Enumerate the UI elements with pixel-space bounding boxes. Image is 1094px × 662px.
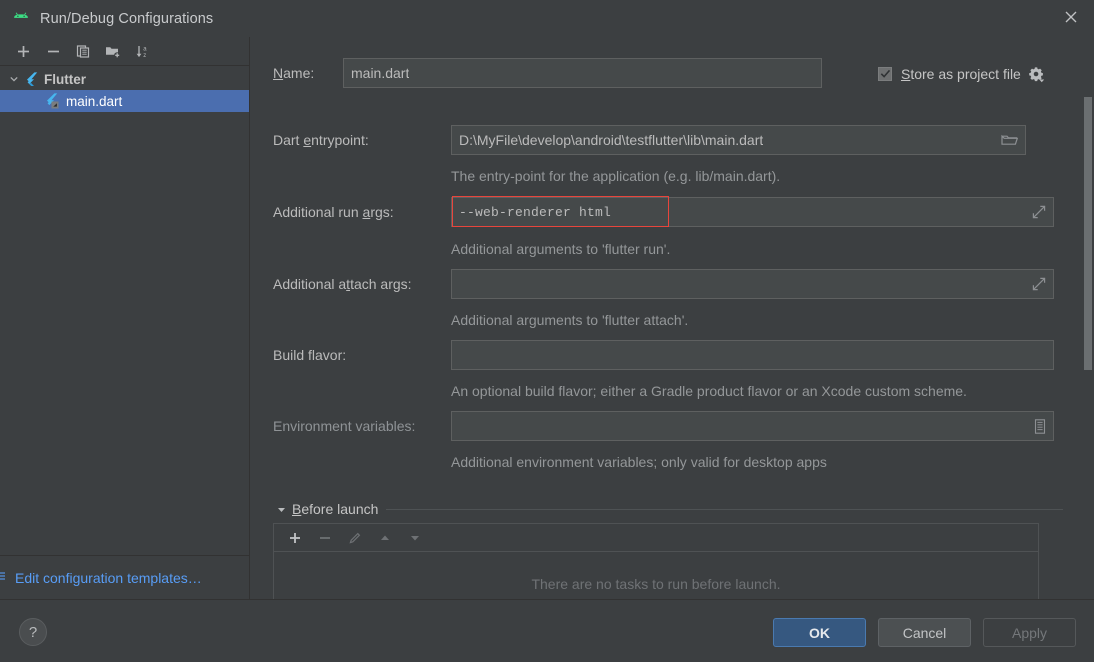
title-bar: Run/Debug Configurations <box>0 0 1094 37</box>
apply-button[interactable]: Apply <box>983 618 1076 647</box>
close-icon[interactable] <box>1048 0 1094 33</box>
dart-entrypoint-input[interactable]: D:\MyFile\develop\android\testflutter\li… <box>451 125 1026 155</box>
tree-item-label: main.dart <box>66 93 123 109</box>
scrollbar-thumb[interactable] <box>1084 97 1092 370</box>
expand-icon[interactable] <box>1032 277 1046 291</box>
additional-attach-args-input[interactable] <box>451 269 1054 299</box>
build-flavor-input[interactable] <box>451 340 1054 370</box>
android-icon <box>11 9 31 29</box>
templates-edge-icon <box>0 569 5 585</box>
arrow-down-icon[interactable] <box>400 526 430 550</box>
edit-templates-bar: Edit configuration templates… <box>0 555 249 599</box>
add-task-button[interactable] <box>280 526 310 550</box>
flutter-icon <box>44 93 62 109</box>
additional-attach-args-hint: Additional arguments to 'flutter attach'… <box>451 312 689 328</box>
content-scrollbar[interactable] <box>1082 97 1094 599</box>
build-flavor-hint: An optional build flavor; either a Gradl… <box>451 383 967 399</box>
before-launch-empty-text: There are no tasks to run before launch. <box>531 576 781 592</box>
remove-task-button[interactable] <box>310 526 340 550</box>
flutter-icon <box>22 71 40 87</box>
additional-run-args-value: --web-renderer html <box>459 204 612 220</box>
name-input-value: main.dart <box>351 65 410 81</box>
pencil-icon[interactable] <box>340 526 370 550</box>
environment-variables-label: Environment variables: <box>273 418 416 434</box>
before-launch-panel: There are no tasks to run before launch. <box>273 523 1039 599</box>
additional-run-args-hint: Additional arguments to 'flutter run'. <box>451 241 671 257</box>
sort-az-icon[interactable]: a z <box>128 39 158 63</box>
arrow-up-icon[interactable] <box>370 526 400 550</box>
cancel-button[interactable]: Cancel <box>878 618 971 647</box>
store-as-project-file-checkbox[interactable]: Store as project file <box>878 65 1046 83</box>
chevron-down-icon[interactable] <box>273 501 289 517</box>
gear-dropdown-icon[interactable] <box>1028 65 1046 83</box>
before-launch-header: Before launch <box>273 501 1063 517</box>
remove-configuration-button[interactable] <box>38 39 68 63</box>
edit-configuration-templates-link[interactable]: Edit configuration templates… <box>15 570 202 586</box>
svg-text:a: a <box>143 46 147 52</box>
copy-configuration-button[interactable] <box>68 39 98 63</box>
additional-attach-args-label: Additional attach args: <box>273 276 412 292</box>
additional-run-args-label: Additional run args: <box>273 204 394 220</box>
dart-entrypoint-hint: The entry-point for the application (e.g… <box>451 168 781 184</box>
dart-entrypoint-value: D:\MyFile\develop\android\testflutter\li… <box>459 132 764 148</box>
tree-group-flutter[interactable]: Flutter <box>0 68 249 90</box>
edit-list-icon[interactable] <box>1034 418 1046 434</box>
environment-variables-hint: Additional environment variables; only v… <box>451 454 827 470</box>
store-as-project-file-label: Store as project file <box>901 66 1021 82</box>
expand-icon[interactable] <box>1032 205 1046 219</box>
window-title: Run/Debug Configurations <box>40 10 214 27</box>
section-divider <box>386 508 1063 510</box>
additional-run-args-input[interactable]: --web-renderer html <box>451 197 1054 227</box>
environment-variables-input[interactable] <box>451 411 1054 441</box>
name-input[interactable]: main.dart <box>343 58 822 88</box>
ok-button[interactable]: OK <box>773 618 866 647</box>
tree-group-label: Flutter <box>44 71 86 87</box>
svg-text:z: z <box>143 53 146 59</box>
chevron-down-icon[interactable] <box>6 71 22 87</box>
checkbox-box[interactable] <box>878 67 892 81</box>
configurations-panel: a z Flutter main.dart Edit configuration… <box>0 37 250 599</box>
name-label: Name: <box>273 65 315 81</box>
help-button[interactable]: ? <box>19 618 47 646</box>
configurations-toolbar: a z <box>0 37 249 66</box>
folder-icon[interactable] <box>1001 133 1018 147</box>
configuration-form: Name: main.dart Store as project file Da… <box>251 37 1094 599</box>
before-launch-toolbar <box>274 524 1038 552</box>
add-configuration-button[interactable] <box>8 39 38 63</box>
before-launch-title: Before launch <box>292 501 379 517</box>
run-debug-configurations-dialog: Run/Debug Configurations a z Flutter mai… <box>0 0 1094 662</box>
configurations-tree: Flutter main.dart <box>0 66 249 112</box>
new-folder-button[interactable] <box>98 39 128 63</box>
tree-item-main-dart[interactable]: main.dart <box>0 90 249 112</box>
dart-entrypoint-label: Dart entrypoint: <box>273 132 369 148</box>
build-flavor-label: Build flavor: <box>273 347 347 363</box>
